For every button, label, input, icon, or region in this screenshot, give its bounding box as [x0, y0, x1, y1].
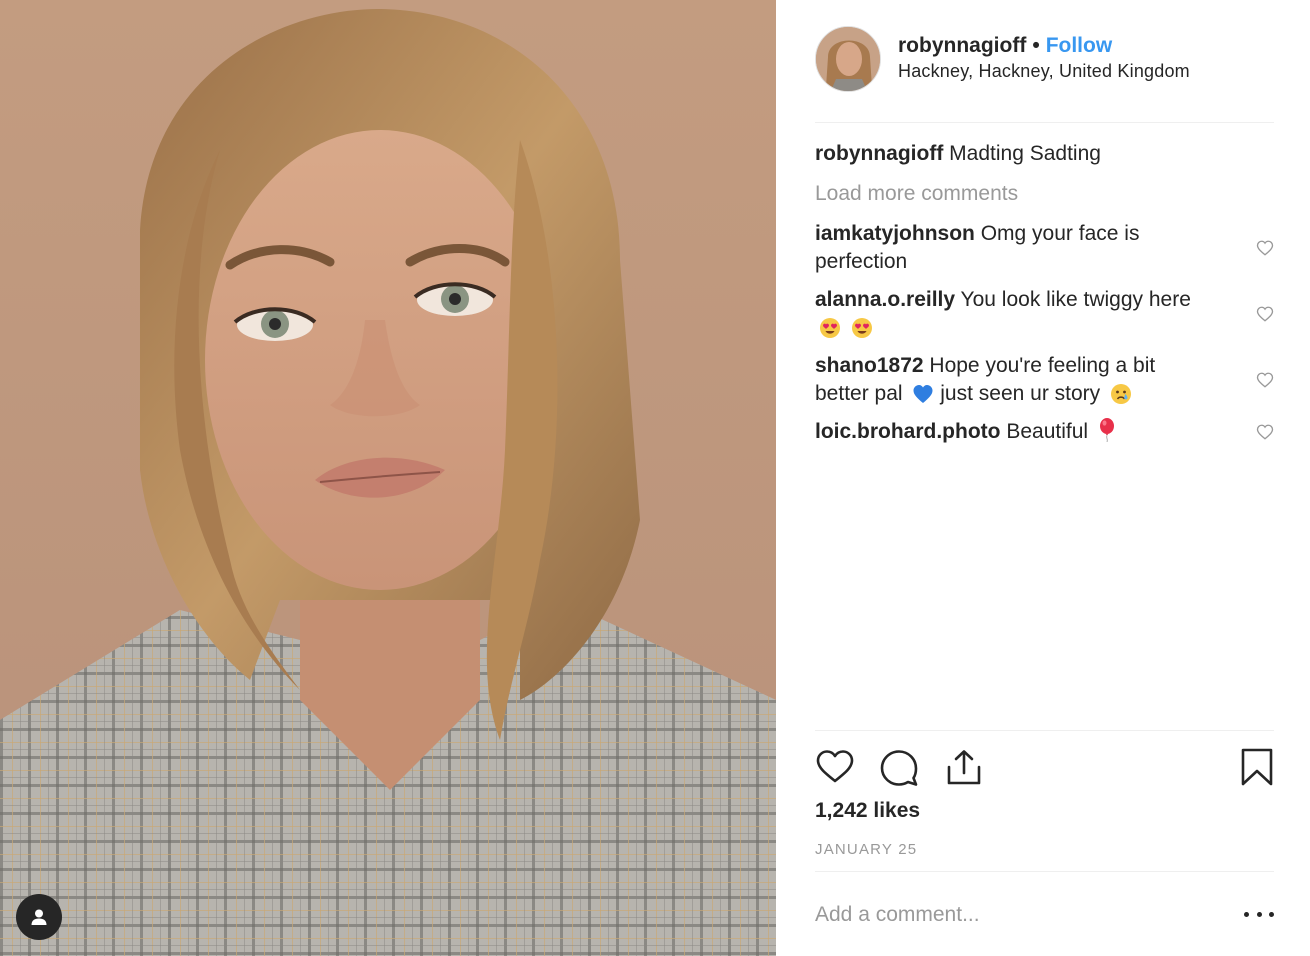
follow-button[interactable]: Follow: [1046, 32, 1113, 60]
like-comment-heart-icon[interactable]: [1256, 305, 1274, 323]
post-header: robynnagioff • Follow Hackney, Hackney, …: [815, 26, 1274, 123]
avatar[interactable]: [815, 26, 881, 92]
tagged-users-button[interactable]: [16, 894, 62, 940]
share-upload-icon[interactable]: [944, 747, 984, 787]
heart-eyes-emoji: [851, 318, 872, 339]
comment-username[interactable]: loic.brohard.photo: [815, 420, 1000, 443]
comment-item: loic.brohard.photo Beautiful: [815, 418, 1274, 446]
load-more-comments-button[interactable]: Load more comments: [815, 180, 1274, 208]
user-silhouette-icon: [31, 909, 47, 925]
comment-text: Beautiful: [1006, 420, 1089, 443]
like-comment-heart-icon[interactable]: [1256, 371, 1274, 389]
comment-item: shano1872 Hope you're feeling a bit bett…: [815, 352, 1274, 408]
caption-text: Madting Sadting: [949, 142, 1101, 165]
caption-username[interactable]: robynnagioff: [815, 142, 943, 165]
more-dot: [1269, 911, 1274, 917]
add-comment-section: [815, 890, 1274, 940]
balloon-emoji: [1099, 418, 1114, 442]
heart-eyes-emoji: [820, 318, 840, 339]
more-dot: [1256, 911, 1262, 917]
comment-body: shano1872 Hope you're feeling a bit bett…: [815, 352, 1214, 408]
post-caption: robynnagioff Madting Sadting: [815, 140, 1274, 168]
heart-icon[interactable]: [815, 747, 855, 787]
location-link[interactable]: Hackney, Hackney, United Kingdom: [898, 61, 1190, 82]
comment-text-part-b: just seen ur story: [940, 382, 1101, 405]
action-icons: [815, 747, 1274, 789]
comment-username[interactable]: alanna.o.reilly: [815, 288, 955, 311]
bookmark-icon[interactable]: [1240, 747, 1274, 787]
comment-username[interactable]: shano1872: [815, 354, 924, 377]
header-text: robynnagioff • Follow Hackney, Hackney, …: [898, 32, 1190, 82]
post-date[interactable]: JANUARY 25: [815, 841, 917, 858]
crying-face-emoji: [1111, 384, 1131, 405]
more-dot: [1244, 911, 1249, 917]
post-actions: 1,242 likes JANUARY 25: [815, 730, 1274, 872]
comment-bubble-icon[interactable]: [879, 747, 919, 787]
comment-body: alanna.o.reilly You look like twiggy her…: [815, 286, 1214, 342]
comment-body: iamkatyjohnson Omg your face is perfecti…: [815, 220, 1214, 276]
header-user-line: robynnagioff • Follow: [898, 32, 1190, 60]
avatar-image: [816, 27, 880, 91]
separator-dot: •: [1032, 34, 1040, 57]
comment-item: alanna.o.reilly You look like twiggy her…: [815, 286, 1274, 342]
comments-list: robynnagioff Madting Sadting Load more c…: [815, 140, 1274, 456]
like-comment-heart-icon[interactable]: [1256, 423, 1274, 441]
comment-username[interactable]: iamkatyjohnson: [815, 222, 975, 245]
header-username[interactable]: robynnagioff: [898, 32, 1026, 60]
comment-body: loic.brohard.photo Beautiful: [815, 418, 1214, 446]
post-photo[interactable]: [0, 0, 776, 956]
like-comment-heart-icon[interactable]: [1256, 239, 1274, 257]
likes-count[interactable]: 1,242 likes: [815, 799, 920, 823]
blue-heart-emoji: [913, 385, 933, 404]
add-comment-input[interactable]: [815, 898, 1215, 932]
comment-text: You look like twiggy here: [960, 288, 1191, 311]
post-side-panel: robynnagioff • Follow Hackney, Hackney, …: [776, 0, 1310, 956]
portrait-image: [0, 0, 776, 956]
comment-item: iamkatyjohnson Omg your face is perfecti…: [815, 220, 1274, 276]
more-options-icon[interactable]: [1244, 904, 1274, 924]
